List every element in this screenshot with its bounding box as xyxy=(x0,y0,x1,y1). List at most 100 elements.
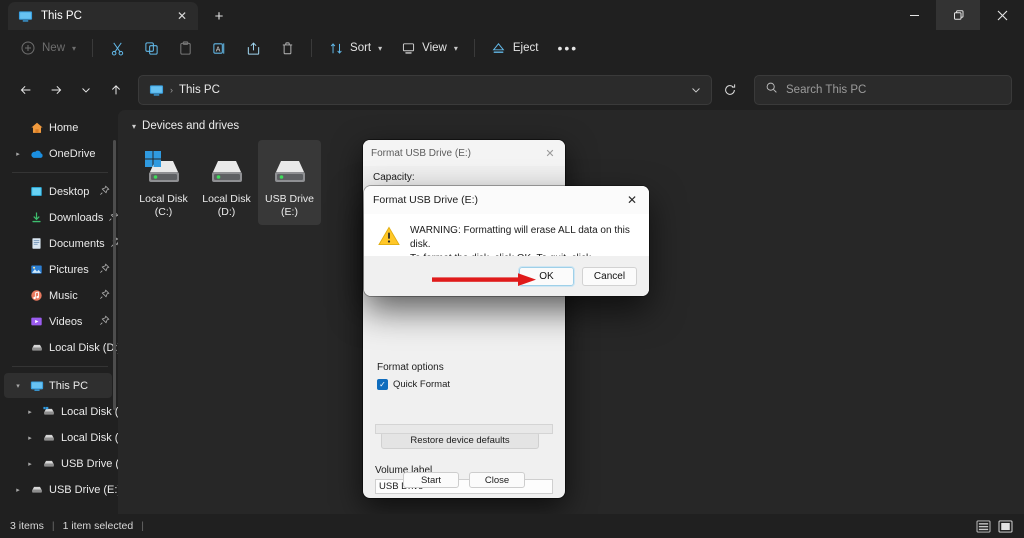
plus-circle-icon xyxy=(20,40,36,56)
group-header-devices-and-drives[interactable]: ▾ Devices and drives xyxy=(118,110,1024,132)
pin-icon[interactable] xyxy=(99,315,112,329)
sidebar-item-desktop[interactable]: Desktop xyxy=(4,179,112,204)
cancel-button[interactable]: Cancel xyxy=(582,266,637,286)
format-progress-bar xyxy=(375,424,553,434)
sidebar-label: Videos xyxy=(49,315,83,328)
sidebar-label: This PC xyxy=(49,379,89,392)
search-input[interactable]: Search This PC xyxy=(786,84,866,96)
chevron-right-icon[interactable]: ▸ xyxy=(12,150,24,158)
chevron-right-icon[interactable]: ▸ xyxy=(24,460,36,468)
sidebar-item-onedrive[interactable]: ▸ OneDrive xyxy=(4,141,112,166)
share-icon xyxy=(245,40,261,56)
start-button[interactable]: Start xyxy=(403,472,459,488)
warning-dialog-title: Format USB Drive (E:) xyxy=(373,194,479,206)
quick-format-checkbox[interactable]: ✓ xyxy=(377,379,388,390)
sort-icon xyxy=(328,40,344,56)
sidebar-label: Local Disk (D:) xyxy=(61,431,118,444)
pin-icon[interactable] xyxy=(99,185,112,199)
chevron-right-icon[interactable]: ▸ xyxy=(24,434,36,442)
sort-button[interactable]: Sort ▾ xyxy=(320,34,390,62)
share-button[interactable] xyxy=(237,34,269,62)
sidebar-label: Music xyxy=(49,289,78,302)
minimize-button[interactable] xyxy=(892,0,936,30)
quick-format-checkbox-row[interactable]: ✓ Quick Format xyxy=(377,379,553,390)
drive-icon xyxy=(41,456,56,471)
close-icon[interactable]: ✕ xyxy=(615,186,649,214)
view-button[interactable]: View ▾ xyxy=(392,34,466,62)
chevron-right-icon[interactable]: ▸ xyxy=(24,408,36,416)
chevron-down-icon[interactable]: ▾ xyxy=(12,382,24,390)
new-button-label: New xyxy=(42,42,66,54)
up-button[interactable] xyxy=(102,76,130,104)
copy-button[interactable] xyxy=(135,34,167,62)
drive-item-local-disk-d[interactable]: Local Disk (D:) xyxy=(195,140,258,225)
sidebar-item-this-pc[interactable]: ▾ This PC xyxy=(4,373,112,398)
sidebar-label: Home xyxy=(49,121,79,134)
sidebar-item-local-disk-d[interactable]: ▸ Local Disk (D:) xyxy=(4,425,118,450)
back-button[interactable] xyxy=(12,76,40,104)
sidebar-item-home[interactable]: Home xyxy=(4,115,112,140)
sidebar-item-local-disk-d-pinned[interactable]: Local Disk (D:) xyxy=(4,335,118,360)
recent-locations-button[interactable] xyxy=(72,76,100,104)
this-pc-icon xyxy=(149,83,164,98)
pin-icon[interactable] xyxy=(99,263,112,277)
close-icon[interactable]: ✕ xyxy=(172,6,192,26)
rename-button[interactable]: A xyxy=(203,34,235,62)
sidebar-scrollbar[interactable] xyxy=(113,140,116,410)
restore-defaults-label: Restore device defaults xyxy=(381,432,539,449)
refresh-button[interactable] xyxy=(716,76,744,104)
close-button[interactable]: Close xyxy=(469,472,525,488)
new-button[interactable]: New ▾ xyxy=(12,34,84,62)
tab-this-pc[interactable]: This PC ✕ xyxy=(8,2,198,30)
breadcrumb[interactable]: › This PC xyxy=(138,75,712,105)
sidebar-divider xyxy=(12,172,108,173)
cut-button[interactable] xyxy=(101,34,133,62)
more-options-button[interactable]: ••• xyxy=(548,34,587,62)
sidebar-item-music[interactable]: Music xyxy=(4,283,112,308)
drive-item-usb-drive-e[interactable]: USB Drive (E:) xyxy=(258,140,321,225)
sidebar-item-downloads[interactable]: Downloads xyxy=(4,205,118,230)
drive-label: USB Drive (E:) xyxy=(265,193,314,219)
format-options-title: Format options xyxy=(377,362,444,373)
large-icons-view-icon[interactable] xyxy=(996,519,1014,534)
eject-icon xyxy=(491,40,507,56)
delete-button[interactable] xyxy=(271,34,303,62)
pin-icon[interactable] xyxy=(99,289,112,303)
sidebar-item-local-disk-c[interactable]: ▸ Local Disk (C:) xyxy=(4,399,118,424)
sidebar-item-videos[interactable]: Videos xyxy=(4,309,112,334)
sort-label: Sort xyxy=(350,42,372,54)
sidebar-label: Local Disk (D:) xyxy=(49,341,118,354)
eject-label: Eject xyxy=(512,42,539,54)
window-close-button[interactable] xyxy=(980,0,1024,30)
music-icon xyxy=(29,288,44,303)
details-view-icon[interactable] xyxy=(974,519,992,534)
sidebar-item-usb-drive-e[interactable]: ▸ USB Drive (E:) xyxy=(4,477,118,502)
paste-icon xyxy=(177,40,193,56)
sidebar-item-documents[interactable]: Documents xyxy=(4,231,118,256)
group-title: Devices and drives xyxy=(142,120,240,132)
title-bar: This PC ✕ + xyxy=(0,0,1024,30)
chevron-down-icon[interactable]: ▾ xyxy=(132,122,136,131)
restore-button[interactable] xyxy=(936,0,980,30)
chevron-right-icon[interactable]: ▸ xyxy=(12,486,24,494)
chevron-down-icon[interactable] xyxy=(685,78,707,102)
drive-label-line1: Local Disk xyxy=(139,193,188,205)
drive-item-local-disk-c[interactable]: Local Disk (C:) xyxy=(132,140,195,225)
forward-button[interactable] xyxy=(42,76,70,104)
file-explorer-window: This PC ✕ + New ▾ A Sort ▾ View ▾ Eject … xyxy=(0,0,1024,538)
svg-text:A: A xyxy=(215,46,220,53)
sidebar-item-usb-drive-e-child[interactable]: ▸ USB Drive (E:) xyxy=(4,451,118,476)
format-dialog-title: Format USB Drive (E:) xyxy=(371,147,472,159)
new-tab-button[interactable]: + xyxy=(204,3,234,29)
eject-button[interactable]: Eject xyxy=(483,34,547,62)
search-box[interactable]: Search This PC xyxy=(754,75,1012,105)
paste-button[interactable] xyxy=(169,34,201,62)
chevron-down-icon: ▾ xyxy=(453,43,458,53)
close-icon[interactable]: ✕ xyxy=(535,140,565,166)
restore-device-defaults-button[interactable]: Restore device defaults xyxy=(381,432,539,449)
command-bar: New ▾ A Sort ▾ View ▾ Eject ••• xyxy=(0,30,1024,66)
navigation-pane: Home ▸ OneDrive Desktop Downloads Docume… xyxy=(0,110,118,514)
sidebar-label: OneDrive xyxy=(49,147,96,160)
drive-label-line2: (E:) xyxy=(281,206,298,218)
sidebar-item-pictures[interactable]: Pictures xyxy=(4,257,112,282)
